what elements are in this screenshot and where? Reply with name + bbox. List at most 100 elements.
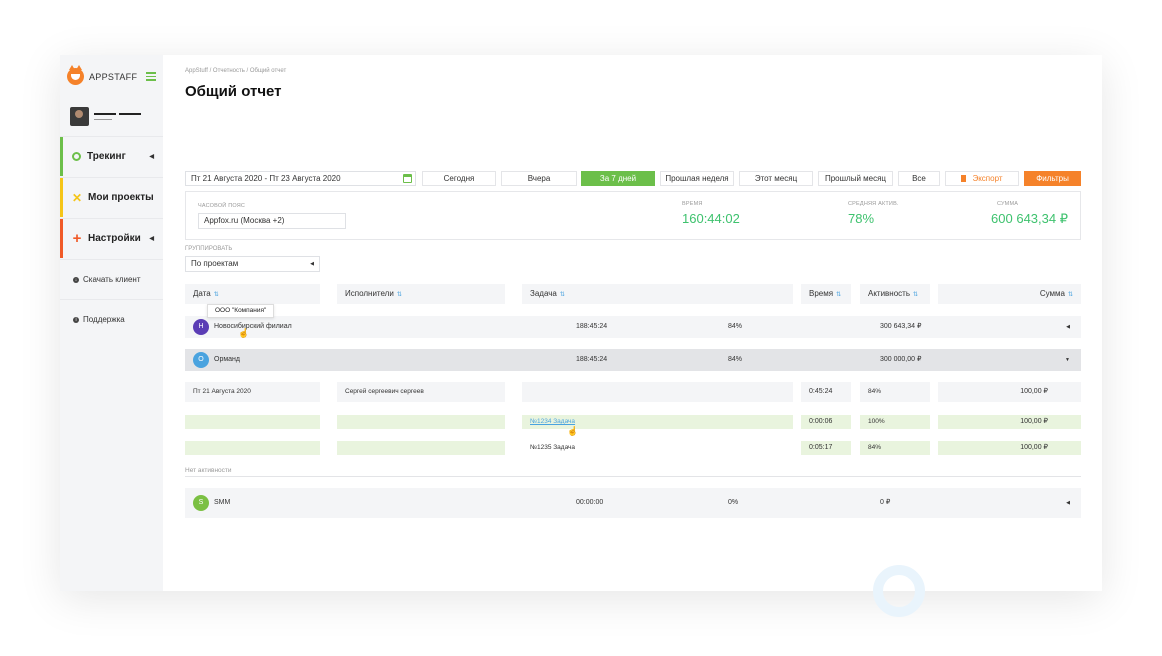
column-header-time[interactable]: Время ⇅ [801,284,851,304]
sidebar-item-tracking[interactable]: Трекинг ◀ [60,136,163,176]
row-task[interactable]: №1235 Задача [522,441,793,455]
download-icon: ↓ [73,276,79,283]
row-activity: 84% [860,441,930,455]
period-last-month-button[interactable]: Прошлый месяц [818,171,893,186]
brand-name: APPSTAFF [89,71,138,82]
sort-icon: ⇅ [1067,292,1073,298]
date-range-value: Пт 21 Августа 2020 - Пт 23 Августа 2020 [191,174,341,183]
task-link[interactable]: №1234 Задача [530,418,575,425]
user-profile[interactable] [70,107,141,126]
sidebar-item-projects[interactable]: ✕ Мои проекты [60,177,163,217]
sidebar-item-label: Мои проекты [88,192,154,203]
activity-label: СРЕДНЯЯ АКТИВ. [848,201,899,207]
period-yesterday-button[interactable]: Вчера [501,171,577,186]
column-header-task[interactable]: Задача ⇅ [522,284,793,304]
expand-icon[interactable]: ◀ [1066,316,1070,338]
sidebar-item-download-client[interactable]: ↓ Скачать клиент [60,259,163,299]
chevron-left-icon: ◀ [310,261,314,267]
sum-label: СУММА [997,201,1019,207]
sidebar-item-support[interactable]: i Поддержка [60,299,163,339]
expand-icon[interactable]: ◀ [1066,488,1070,518]
period-7-days-button[interactable]: За 7 дней [581,171,655,186]
sort-icon: ⇅ [913,292,919,298]
app-window: APPSTAFF Трекинг ◀ ✕ Мои проекты + Настр… [60,55,1102,591]
hand-cursor-icon: ☝ [567,426,579,436]
time-value: 160:44:02 [682,211,740,226]
divider [185,476,1081,477]
period-this-month-button[interactable]: Этот месяц [739,171,813,186]
group-activity: 0% [728,499,739,506]
export-label: Экспорт [972,174,1003,183]
row-task: №1234 Задача [522,415,793,429]
group-row[interactable]: О Орманд 188:45:24 84% 300 000,00 ₽ ▼ [185,349,1081,371]
hand-cursor-icon: ☝ [238,328,250,338]
group-activity: 84% [728,323,743,330]
chevron-left-icon: ◀ [149,154,154,160]
sort-icon: ⇅ [213,292,219,298]
row-time: 0:45:24 [801,382,851,402]
summary-panel: ЧАСОВОЙ ПОЯС Appfox.ru (Москва +2) ВРЕМЯ… [185,191,1081,240]
calendar-icon[interactable] [403,174,412,183]
sidebar-item-label: Трекинг [87,151,126,162]
group-time: 188:45:24 [576,323,608,330]
period-today-button[interactable]: Сегодня [422,171,496,186]
row-task [522,382,793,402]
filters-button[interactable]: Фильтры [1024,171,1081,186]
tooltip: ООО "Компания" [207,304,275,318]
group-name: Орманд [214,356,240,363]
column-header-sum[interactable]: Сумма ⇅ [938,284,1081,304]
activity-value: 78% [848,211,875,226]
sidebar-item-settings[interactable]: + Настройки ◀ [60,218,163,258]
column-header-date[interactable]: Дата ⇅ [185,284,320,304]
sum-value: 600 643,34 ₽ [991,211,1068,226]
row-executor [337,415,505,429]
circle-icon [72,152,81,161]
decorative-ring [873,565,925,617]
group-by-label: ГРУППИРОВАТЬ [185,246,233,252]
avatar [70,107,89,126]
timezone-label: ЧАСОВОЙ ПОЯС [198,203,246,209]
column-header-activity[interactable]: Активность ⇅ [860,284,930,304]
row-executor: Сергей сергеевич сергеев [337,382,505,402]
collapse-icon[interactable]: ▼ [1065,349,1070,371]
row-sum: 100,00 ₽ [938,382,1081,402]
breadcrumb[interactable]: AppStuff / Отчетность / Общий отчет [185,68,286,74]
group-by-select[interactable]: По проектам ◀ [185,256,320,272]
plus-icon: + [72,229,82,247]
row-date [185,415,320,429]
timezone-field[interactable]: Appfox.ru (Москва +2) [198,213,346,229]
column-header-executors[interactable]: Исполнители ⇅ [337,284,505,304]
sort-icon: ⇅ [836,292,842,298]
export-button[interactable]: Экспорт [945,171,1019,186]
row-activity: 84% [860,382,930,402]
group-sum: 0 ₽ [880,499,891,506]
row-time: 0:05:17 [801,441,851,455]
group-time: 188:45:24 [576,356,608,363]
row-date [185,441,320,455]
group-initial-badge: S [193,495,209,511]
page-title: Общий отчет [185,83,282,100]
user-name-placeholder [94,112,141,121]
sidebar-item-label: Настройки [88,233,141,244]
info-icon: i [73,316,79,323]
group-name: SMM [214,499,231,506]
time-label: ВРЕМЯ [682,201,703,207]
date-range-picker[interactable]: Пт 21 Августа 2020 - Пт 23 Августа 2020 [185,171,416,186]
brand-logo: APPSTAFF [67,65,157,85]
main-content: AppStuff / Отчетность / Общий отчет Общи… [185,55,1081,591]
row-sum: 100,00 ₽ [938,415,1081,429]
period-last-week-button[interactable]: Прошлая неделя [660,171,734,186]
group-sum: 300 000,00 ₽ [880,356,922,363]
row-sum: 100,00 ₽ [938,441,1081,455]
period-all-button[interactable]: Все [898,171,940,186]
group-initial-badge: Н [193,319,209,335]
group-row[interactable]: S SMM 00:00:00 0% 0 ₽ ◀ [185,488,1081,518]
no-activity-label: Нет активности [185,467,232,474]
fox-logo-icon [67,65,84,85]
menu-icon[interactable] [146,72,157,81]
sort-icon: ⇅ [559,292,565,298]
group-sum: 300 643,34 ₽ [880,323,922,330]
group-row[interactable]: Н Новосибирский филиал 188:45:24 84% 300… [185,316,1081,338]
group-by-value: По проектам [191,259,239,268]
sidebar-item-label: Поддержка [83,315,125,324]
